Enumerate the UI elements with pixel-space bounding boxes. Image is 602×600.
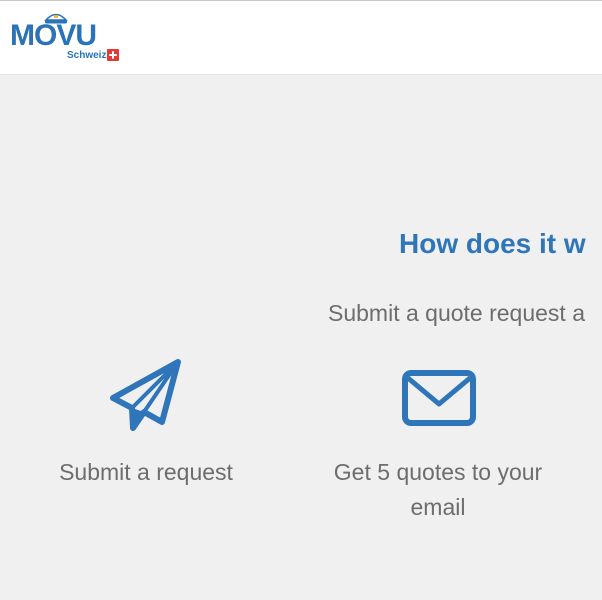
step-submit-request: Submit a request (59, 459, 233, 485)
how-it-works-title: How does it w (399, 228, 586, 259)
step-get-quotes: Get 5 quotes to your email (333, 459, 543, 520)
page: MOVU Schweiz How does it w Submit a quot… (0, 0, 602, 600)
logo-wordmark: MOVU (10, 19, 97, 52)
movu-logo[interactable]: MOVU Schweiz (10, 9, 125, 65)
swiss-flag-icon (107, 49, 119, 61)
how-it-works-subtitle: Submit a quote request a (328, 300, 585, 326)
logo-subtitle: Schweiz (67, 50, 107, 61)
envelope-icon (402, 370, 476, 426)
site-header: MOVU Schweiz (0, 0, 602, 75)
paper-plane-icon (110, 359, 181, 431)
